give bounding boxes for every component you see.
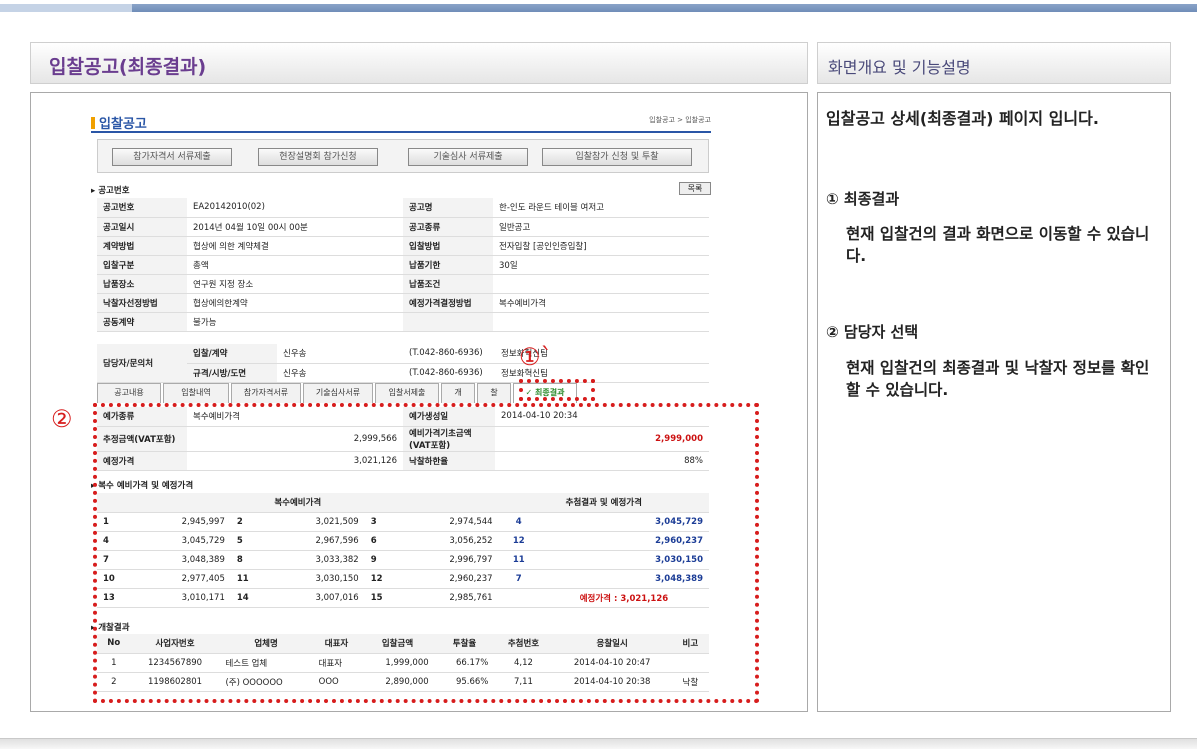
info-key: 낙찰자선정방법 (97, 293, 187, 313)
info-row: 공동계약 불가능 (97, 312, 709, 332)
description-title: 화면개요 및 기능설명 (828, 58, 971, 77)
contact-table: 담당자/문의처 입찰/계약 신우송 (T.042-860-6936) 정보화혁신… (97, 344, 709, 383)
tab-6[interactable]: 찰 (477, 383, 511, 403)
section-1-body: 현재 입찰건의 결과 화면으로 이동할 수 있습니다. (846, 225, 1150, 265)
marker-2: ② (51, 405, 73, 433)
info-value: 총액 (187, 255, 403, 275)
contact-label: 담당자/문의처 (97, 344, 187, 383)
action-button-row: 참가자격서 서류제출 현장설명회 참가신청 기술심사 서류제출 입찰참가 신청 … (97, 139, 709, 173)
info-value: 복수예비가격 (493, 293, 709, 313)
info-key: 입찰구분 (97, 255, 187, 275)
bid-apply-button[interactable]: 입찰참가 신청 및 투찰 (542, 148, 692, 166)
description-panel: 입찰공고 상세(최종결과) 페이지 입니다. ① 최종결과 현재 입찰건의 결과… (817, 92, 1171, 712)
marker-1: ①` (519, 343, 553, 371)
tab-0[interactable]: 공고내용 (97, 383, 161, 403)
info-key: 공고번호 (97, 198, 187, 218)
description-intro: 입찰공고 상세(최종결과) 페이지 입니다. (826, 109, 1099, 128)
section-2-title: ② 담당자 선택 (826, 323, 919, 341)
info-row: 입찰구분 총액 납품기한 30일 (97, 255, 709, 275)
tab-4[interactable]: 입찰서제출 (375, 383, 439, 403)
page-title: 입찰공고(최종결과) (49, 56, 207, 78)
list-button[interactable]: 목록 (679, 182, 711, 195)
info-value (493, 274, 709, 294)
info-key: 공동계약 (97, 312, 187, 332)
info-value: 2014년 04월 10일 00시 00분 (187, 217, 403, 237)
tab-2[interactable]: 참가자격서류 (231, 383, 301, 403)
info-value: 협상에의한계약 (187, 293, 403, 313)
info-row: 계약방법 협상에 의한 계약체결 입찰방법 전자입찰 [공인인증입찰] (97, 236, 709, 256)
section-2-body: 현재 입찰건의 최종결과 및 낙찰자 정보를 확인 할 수 있습니다. (846, 359, 1150, 399)
info-row: 낙찰자선정방법 협상에의한계약 예정가격결정방법 복수예비가격 (97, 293, 709, 313)
info-key: 공고일시 (97, 217, 187, 237)
info-value (493, 312, 709, 332)
info-value: 일반공고 (493, 217, 709, 237)
info-value: 한-인도 라운드 테이블 여저고 (493, 198, 709, 218)
top-accent-bar-right (132, 4, 1197, 12)
section-1-title: ① 최종결과 (826, 190, 900, 208)
notice-info-table: 공고번호 EA20142010(02) 공고명 한-인도 라운드 테이블 여저고 공고일… (97, 198, 709, 332)
title-underline (91, 131, 711, 133)
info-value: 불가능 (187, 312, 403, 332)
info-value: 협상에 의한 계약체결 (187, 236, 403, 256)
screenshot-panel: 입찰공고 입찰공고 > 입찰공고 참가자격서 서류제출 현장설명회 참가신청 기… (30, 92, 808, 712)
info-value: 전자입찰 [공인인증입찰] (493, 236, 709, 256)
qualification-submit-button[interactable]: 참가자격서 서류제출 (112, 148, 232, 166)
tech-review-submit-button[interactable]: 기술심사 서류제출 (408, 148, 528, 166)
tab-1[interactable]: 입찰내역 (163, 383, 229, 403)
page-header: 입찰공고(최종결과) (30, 42, 808, 84)
highlight-result-area (93, 403, 759, 703)
info-key: 입찰방법 (403, 236, 493, 256)
info-value: EA20142010(02) (187, 198, 403, 218)
info-key: 납품기한 (403, 255, 493, 275)
notice-section-label: ▸ 공고번호 (91, 186, 130, 196)
info-row: 공고번호 EA20142010(02) 공고명 한-인도 라운드 테이블 여저고 (97, 198, 709, 218)
info-key: 납품장소 (97, 274, 187, 294)
info-value: 30일 (493, 255, 709, 275)
info-key (403, 312, 493, 332)
info-key: 계약방법 (97, 236, 187, 256)
title-bar-icon (91, 117, 95, 129)
bottom-divider (0, 738, 1197, 749)
screen-title: 입찰공고 (91, 113, 147, 132)
info-key: 공고명 (403, 198, 493, 218)
info-key: 공고종류 (403, 217, 493, 237)
breadcrumb: 입찰공고 > 입찰공고 (649, 116, 711, 124)
info-row: 납품장소 연구원 지정 장소 납품조건 (97, 274, 709, 294)
tab-3[interactable]: 기술심사서류 (303, 383, 373, 403)
info-key: 납품조건 (403, 274, 493, 294)
info-value: 연구원 지정 장소 (187, 274, 403, 294)
site-briefing-button[interactable]: 현장설명회 참가신청 (258, 148, 378, 166)
info-key: 예정가격결정방법 (403, 293, 493, 313)
tab-5[interactable]: 개 (441, 383, 475, 403)
description-header: 화면개요 및 기능설명 (817, 42, 1171, 84)
highlight-final-result-tab (519, 379, 595, 401)
top-accent-bar-left (0, 4, 132, 12)
info-row: 공고일시 2014년 04월 10일 00시 00분 공고종류 일반공고 (97, 217, 709, 237)
